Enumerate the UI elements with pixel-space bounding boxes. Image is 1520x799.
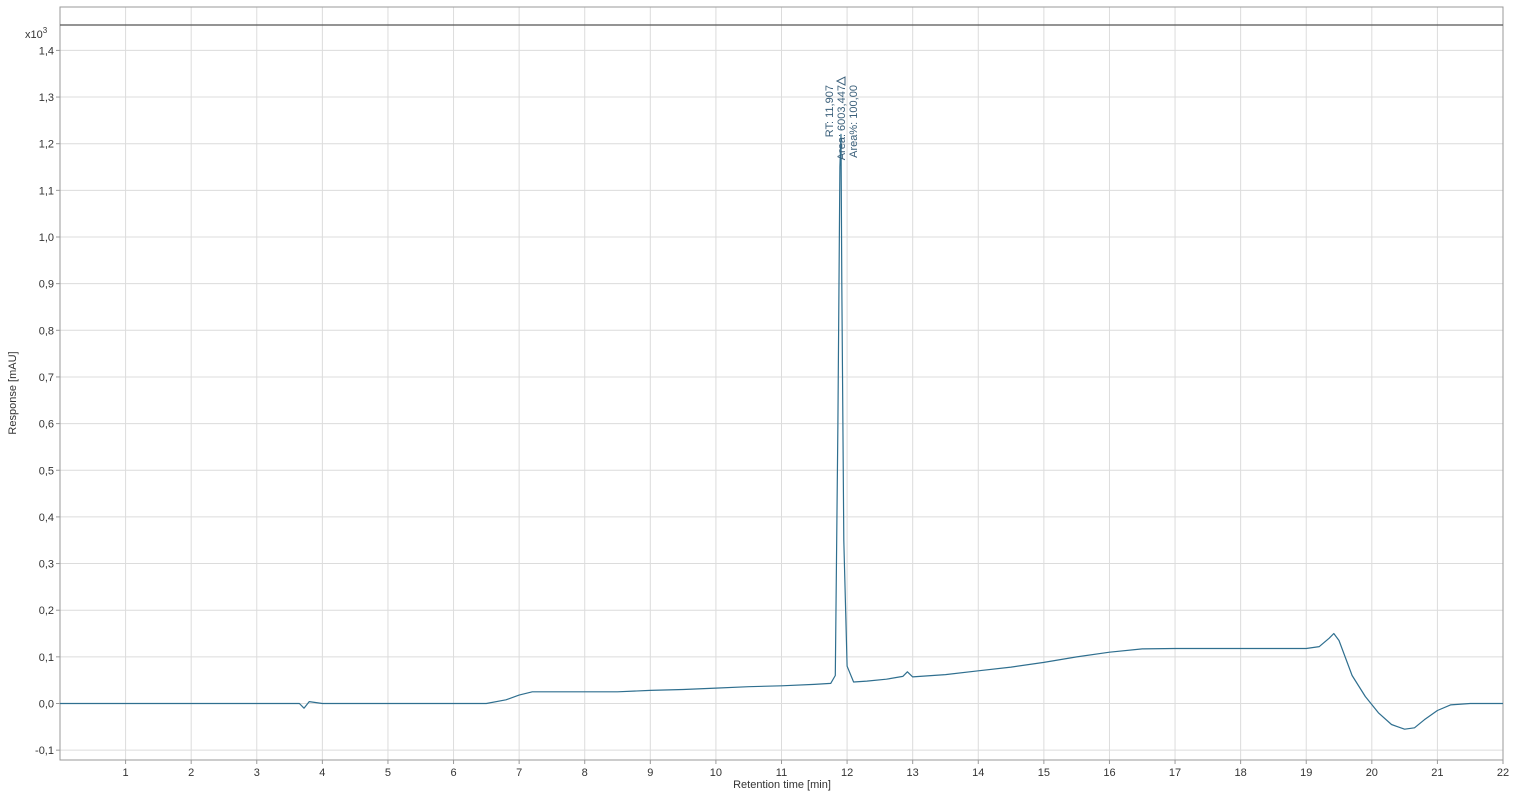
x-tick-label: 6 <box>450 767 456 779</box>
x-tick-label: 17 <box>1169 767 1181 779</box>
peak-label-line: Area%: 100,00 <box>848 85 860 158</box>
x-tick-label: 15 <box>1038 767 1050 779</box>
x-axis-title: Retention time [min] <box>733 779 831 791</box>
y-tick-label: 0,8 <box>39 325 54 337</box>
y-tick-label: 0,9 <box>39 279 54 291</box>
y-tick-label: 1,0 <box>39 232 54 244</box>
y-tick-label: 0,2 <box>39 605 54 617</box>
y-tick-label: -0,1 <box>35 745 54 757</box>
y-tick-label: 0,7 <box>39 372 54 384</box>
y-tick-label: 1,4 <box>39 45 54 57</box>
x-tick-label: 1 <box>123 767 129 779</box>
y-multiplier: x103 <box>25 26 48 41</box>
x-tick-label: 22 <box>1497 767 1509 779</box>
x-tick-label: 16 <box>1103 767 1115 779</box>
grid-lines <box>60 7 1504 760</box>
y-tick-label: 0,5 <box>39 465 54 477</box>
x-axis-ticks: 1 2 3 4 5 6 7 8 9 10 11 12 13 14 15 16 17 18 19 20 21 22 <box>123 760 1509 779</box>
x-tick-label: 20 <box>1366 767 1378 779</box>
peak-label-line: Area: 6003,447 <box>836 85 848 160</box>
x-tick-label: 9 <box>647 767 653 779</box>
y-axis-ticks: -0,1 0,0 0,1 0,2 0,3 0,4 0,5 0,6 0,7 0,8 0,9 1,0 1,1… <box>35 45 60 757</box>
x-tick-label: 11 <box>776 767 787 779</box>
y-tick-label: 1,2 <box>39 139 54 151</box>
y-tick-label: 0,1 <box>39 652 54 664</box>
peak-annotation: RT: 11,907 Area: 6003,447 Area%: 100,00 <box>824 76 860 160</box>
chromatogram-chart: -0,1 0,0 0,1 0,2 0,3 0,4 0,5 0,6 0,7 0,8 0,9 1,0 1,1… <box>7 6 1509 791</box>
x-tick-label: 8 <box>582 767 588 779</box>
x-tick-label: 3 <box>254 767 260 779</box>
x-tick-label: 10 <box>710 767 722 779</box>
y-axis-title: Response [mAU] <box>7 351 19 434</box>
y-tick-label: 0,3 <box>39 559 54 571</box>
x-tick-label: 19 <box>1300 767 1312 779</box>
y-tick-label: 1,3 <box>39 92 54 104</box>
peak-label-line: RT: 11,907 <box>824 85 836 137</box>
y-tick-label: 1,1 <box>39 185 54 197</box>
y-tick-label: 0,0 <box>39 699 54 711</box>
x-tick-label: 4 <box>319 767 325 779</box>
y-tick-label: 0,6 <box>39 419 54 431</box>
peak-marker <box>835 76 846 86</box>
x-tick-label: 13 <box>907 767 919 779</box>
x-tick-label: 5 <box>385 767 391 779</box>
x-tick-label: 14 <box>972 767 984 779</box>
x-tick-label: 2 <box>188 767 194 779</box>
x-tick-label: 12 <box>841 767 853 779</box>
x-tick-label: 18 <box>1235 767 1247 779</box>
y-tick-label: 0,4 <box>39 512 54 524</box>
x-tick-label: 21 <box>1431 767 1443 779</box>
x-tick-label: 7 <box>516 767 522 779</box>
